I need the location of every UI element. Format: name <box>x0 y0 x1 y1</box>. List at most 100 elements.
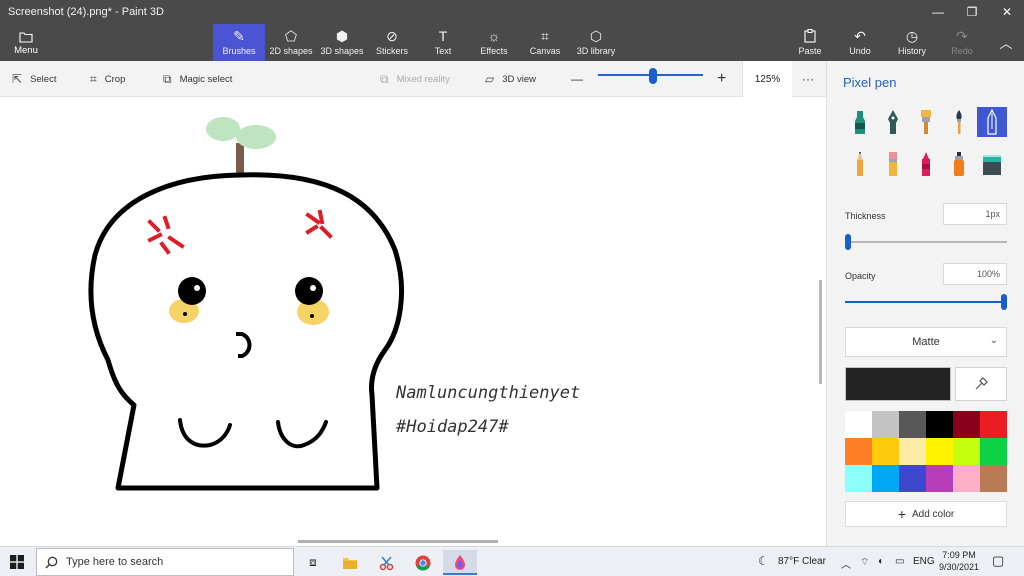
spray-can-brush[interactable] <box>944 149 974 179</box>
tab-effects[interactable]: ☼ Effects <box>470 24 518 61</box>
tab-3d-library[interactable]: ⬡ 3D library <box>572 24 620 61</box>
color-swatch[interactable] <box>872 465 899 492</box>
color-swatch[interactable] <box>980 411 1007 438</box>
caption-line-2: #Hoidap247# <box>395 417 509 437</box>
history-button[interactable]: ◷ History <box>890 24 934 61</box>
taskbar-search-box[interactable]: Type here to search <box>36 548 294 576</box>
color-swatch[interactable] <box>926 465 953 492</box>
thickness-slider-track[interactable] <box>845 241 1007 243</box>
menu-button[interactable]: Menu <box>0 26 52 60</box>
magic-select-button[interactable]: ⧉ Magic select <box>163 61 232 97</box>
eraser-brush[interactable] <box>878 149 908 179</box>
eyedropper-button[interactable] <box>955 367 1007 401</box>
color-swatch[interactable] <box>845 411 872 438</box>
history-label: History <box>897 46 926 56</box>
undo-button[interactable]: ↶ Undo <box>840 24 880 61</box>
color-swatch[interactable] <box>845 438 872 465</box>
finish-value: Matte <box>912 336 940 348</box>
finish-dropdown[interactable]: Matte ⌄ <box>845 327 1007 357</box>
color-swatch[interactable] <box>899 411 926 438</box>
paint-3d-button[interactable] <box>443 550 477 575</box>
opacity-slider-thumb[interactable] <box>1001 294 1007 310</box>
tab-stickers[interactable]: ⊘ Stickers <box>368 24 416 61</box>
clock[interactable]: 7:09 PM 9/30/2021 <box>932 549 986 573</box>
add-color-button[interactable]: + Add color <box>845 501 1007 527</box>
thickness-slider-thumb[interactable] <box>845 234 851 250</box>
battery-icon[interactable]: ▭ <box>895 556 904 567</box>
crop-button[interactable]: ⌗ Crop <box>90 61 125 97</box>
task-view-button[interactable]: ⧈ <box>296 550 330 575</box>
3d-view-label: 3D view <box>502 73 537 85</box>
chrome-button[interactable] <box>406 550 440 575</box>
tab-label: 3D shapes <box>320 46 364 56</box>
window-title: Screenshot (24).png* - Paint 3D <box>8 6 164 18</box>
clock-date: 9/30/2021 <box>938 562 980 572</box>
arms-drawing <box>178 418 328 449</box>
fill-brush[interactable] <box>977 149 1007 179</box>
minimize-button[interactable]: — <box>921 2 955 22</box>
3d-view-button[interactable]: ▱ 3D view <box>485 61 536 97</box>
zoom-value[interactable]: 125% <box>742 61 792 97</box>
color-swatch[interactable] <box>926 411 953 438</box>
color-swatch[interactable] <box>899 465 926 492</box>
more-options-button[interactable]: ··· <box>802 61 814 97</box>
tab-2d-shapes[interactable]: ⬠ 2D shapes <box>266 24 316 61</box>
color-swatch[interactable] <box>953 411 980 438</box>
volume-icon[interactable]: ◖ <box>877 556 883 567</box>
file-explorer-button[interactable] <box>333 550 367 575</box>
notifications-icon[interactable]: ▢ <box>992 553 1004 569</box>
color-swatch[interactable] <box>926 438 953 465</box>
color-swatch[interactable] <box>980 438 1007 465</box>
crayon-brush[interactable] <box>911 149 941 179</box>
opacity-input[interactable]: 100% <box>943 263 1007 285</box>
select-button[interactable]: ⇱ Select <box>12 61 56 97</box>
tab-brushes[interactable]: ✎ Brushes <box>213 24 265 61</box>
color-swatch[interactable] <box>953 465 980 492</box>
color-swatch[interactable] <box>872 438 899 465</box>
app-ribbon: Screenshot (24).png* - Paint 3D — ❐ ✕ Me… <box>0 0 1024 61</box>
opacity-slider-track[interactable] <box>845 301 1007 303</box>
close-button[interactable]: ✕ <box>990 2 1024 22</box>
drawing-canvas[interactable]: Namluncungthienyet #Hoidap247# <box>0 97 826 546</box>
tab-3d-shapes[interactable]: ⬢ 3D shapes <box>317 24 367 61</box>
thickness-input[interactable]: 1px <box>943 203 1007 225</box>
collapse-ribbon-button[interactable]: ︿ <box>990 24 1022 61</box>
chrome-icon <box>415 555 431 571</box>
color-swatch[interactable] <box>953 438 980 465</box>
eyes <box>169 277 329 325</box>
color-swatch[interactable] <box>899 438 926 465</box>
start-button[interactable] <box>6 552 28 572</box>
zoom-in-button[interactable]: + <box>717 61 726 97</box>
zoom-out-button[interactable]: — <box>571 61 583 97</box>
network-icon[interactable]: ⌔ <box>860 556 869 569</box>
tab-canvas[interactable]: ⌗ Canvas <box>521 24 569 61</box>
tab-label: 3D library <box>576 46 616 56</box>
redo-icon: ↷ <box>956 28 968 44</box>
paste-button[interactable]: Paste <box>790 24 830 61</box>
horizontal-scrollbar[interactable] <box>298 540 498 543</box>
watercolor-brush[interactable] <box>944 107 974 137</box>
calligraphy-pen-icon <box>888 110 898 134</box>
color-swatch[interactable] <box>872 411 899 438</box>
magic-select-label: Magic select <box>179 73 233 85</box>
oil-brush[interactable] <box>911 107 941 137</box>
calligraphy-pen-brush[interactable] <box>878 107 908 137</box>
weather-text[interactable]: 87°F Clear <box>778 556 826 567</box>
mixed-reality-button[interactable]: ⧉ Mixed reality <box>380 61 450 97</box>
redo-button[interactable]: ↷ Redo <box>942 24 982 61</box>
vertical-scrollbar[interactable] <box>819 280 822 384</box>
current-color-swatch[interactable] <box>845 367 951 401</box>
3d-shapes-icon: ⬢ <box>335 28 349 44</box>
chevron-down-icon: ⌄ <box>989 335 998 346</box>
snip-tool-button[interactable] <box>370 550 404 575</box>
color-swatch[interactable] <box>980 465 1007 492</box>
chevron-up-icon[interactable]: ︿ <box>841 556 851 571</box>
tab-text[interactable]: T Text <box>420 24 466 61</box>
plus-icon: + <box>897 506 906 522</box>
zoom-slider-thumb[interactable] <box>648 68 657 84</box>
marker-brush[interactable] <box>845 107 875 137</box>
pixel-pen-brush[interactable] <box>977 107 1007 137</box>
color-swatch[interactable] <box>845 465 872 492</box>
pencil-brush[interactable] <box>845 149 875 179</box>
restore-button[interactable]: ❐ <box>955 2 989 22</box>
